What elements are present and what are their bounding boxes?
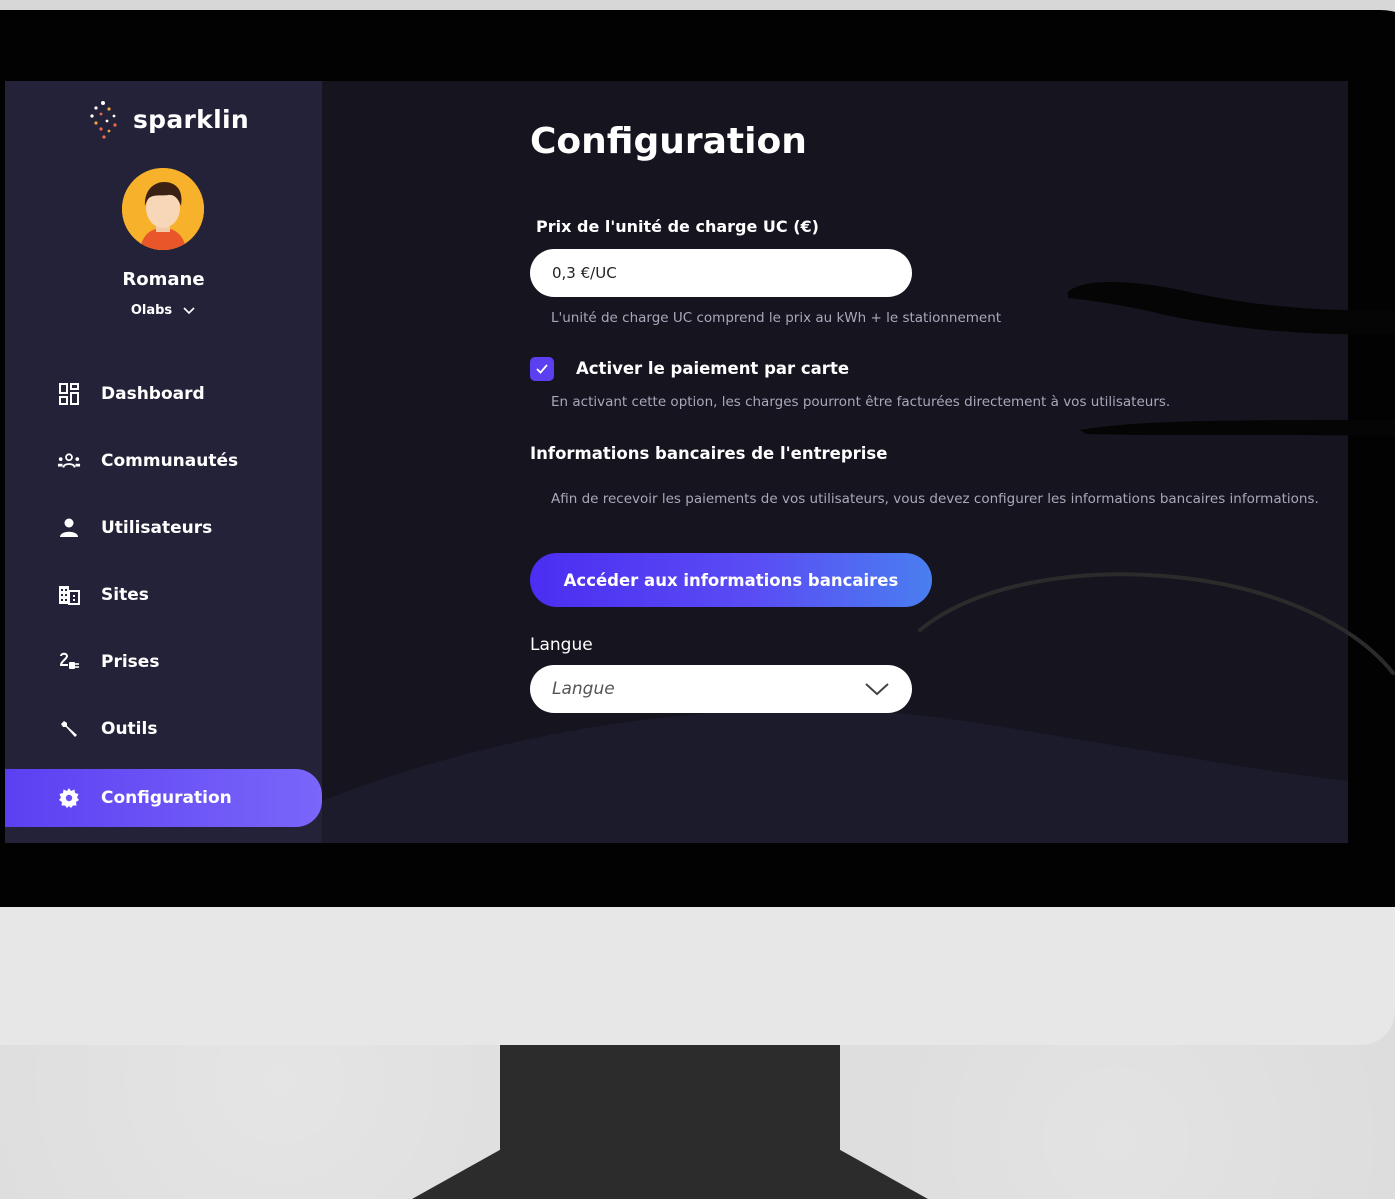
- bank-section-title: Informations bancaires de l'entreprise: [530, 444, 888, 463]
- monitor-chin: [0, 907, 1395, 1045]
- organization-name: Olabs: [130, 303, 173, 318]
- price-help: L'unité de charge UC comprend le prix au…: [551, 310, 1002, 326]
- gear-icon: [57, 786, 81, 810]
- avatar-illustration: [122, 168, 204, 250]
- brand-logo[interactable]: sparklin: [87, 99, 249, 139]
- card-payment-help: En activant cette option, les charges po…: [551, 394, 1171, 410]
- sparkle-logo-icon: [90, 101, 117, 139]
- language-label: Langue: [530, 635, 593, 655]
- price-label: Prix de l'unité de charge UC (€): [536, 217, 819, 236]
- user-icon: [57, 516, 81, 540]
- sidebar-item-utilisateurs[interactable]: Utilisateurs: [5, 499, 322, 557]
- monitor-stand-base: [412, 1150, 928, 1199]
- sidebar-item-configuration[interactable]: Configuration: [5, 769, 322, 827]
- sidebar-item-label: Dashboard: [101, 384, 205, 404]
- brand-name: sparklin: [133, 104, 249, 134]
- price-input[interactable]: [530, 249, 912, 297]
- language-select[interactable]: Langue: [530, 665, 912, 713]
- chevron-down-icon: [865, 683, 889, 696]
- bank-section-description: Afin de recevoir les paiements de vos ut…: [551, 491, 1319, 507]
- plug-icon: [57, 650, 81, 674]
- language-placeholder: Langue: [552, 679, 615, 699]
- monitor-stand: [500, 1045, 840, 1165]
- card-payment-label[interactable]: Activer le paiement par carte: [576, 359, 849, 378]
- sidebar-item-label: Communautés: [101, 451, 239, 471]
- sidebar-item-outils[interactable]: Outils: [5, 700, 322, 758]
- screen: sparklin Romane Olabs Dashboard Communau…: [5, 81, 1348, 843]
- sidebar-item-label: Configuration: [101, 788, 232, 808]
- sidebar-item-label: Utilisateurs: [101, 518, 213, 538]
- user-name: Romane: [122, 269, 205, 290]
- check-icon: [536, 364, 548, 374]
- bank-info-button[interactable]: Accéder aux informations bancaires: [530, 553, 932, 607]
- card-payment-checkbox[interactable]: [530, 357, 554, 381]
- sidebar-item-prises[interactable]: Prises: [5, 633, 322, 691]
- sidebar-item-communautes[interactable]: Communautés: [5, 432, 322, 490]
- communities-icon: [57, 449, 81, 473]
- sidebar: sparklin Romane Olabs Dashboard Communau…: [5, 81, 322, 843]
- sidebar-item-sites[interactable]: Sites: [5, 566, 322, 624]
- avatar[interactable]: [122, 168, 204, 250]
- organization-switcher[interactable]: Olabs: [5, 303, 322, 318]
- sidebar-item-label: Outils: [101, 719, 158, 739]
- sidebar-item-dashboard[interactable]: Dashboard: [5, 365, 322, 423]
- chevron-down-icon: [183, 306, 195, 314]
- main-content: Configuration Prix de l'unité de charge …: [322, 81, 1348, 843]
- dashboard-icon: [57, 382, 81, 406]
- building-icon: [57, 583, 81, 607]
- sidebar-item-label: Prises: [101, 652, 160, 672]
- page-title: Configuration: [530, 121, 807, 162]
- sidebar-item-label: Sites: [101, 585, 149, 605]
- wrench-icon: [57, 717, 81, 741]
